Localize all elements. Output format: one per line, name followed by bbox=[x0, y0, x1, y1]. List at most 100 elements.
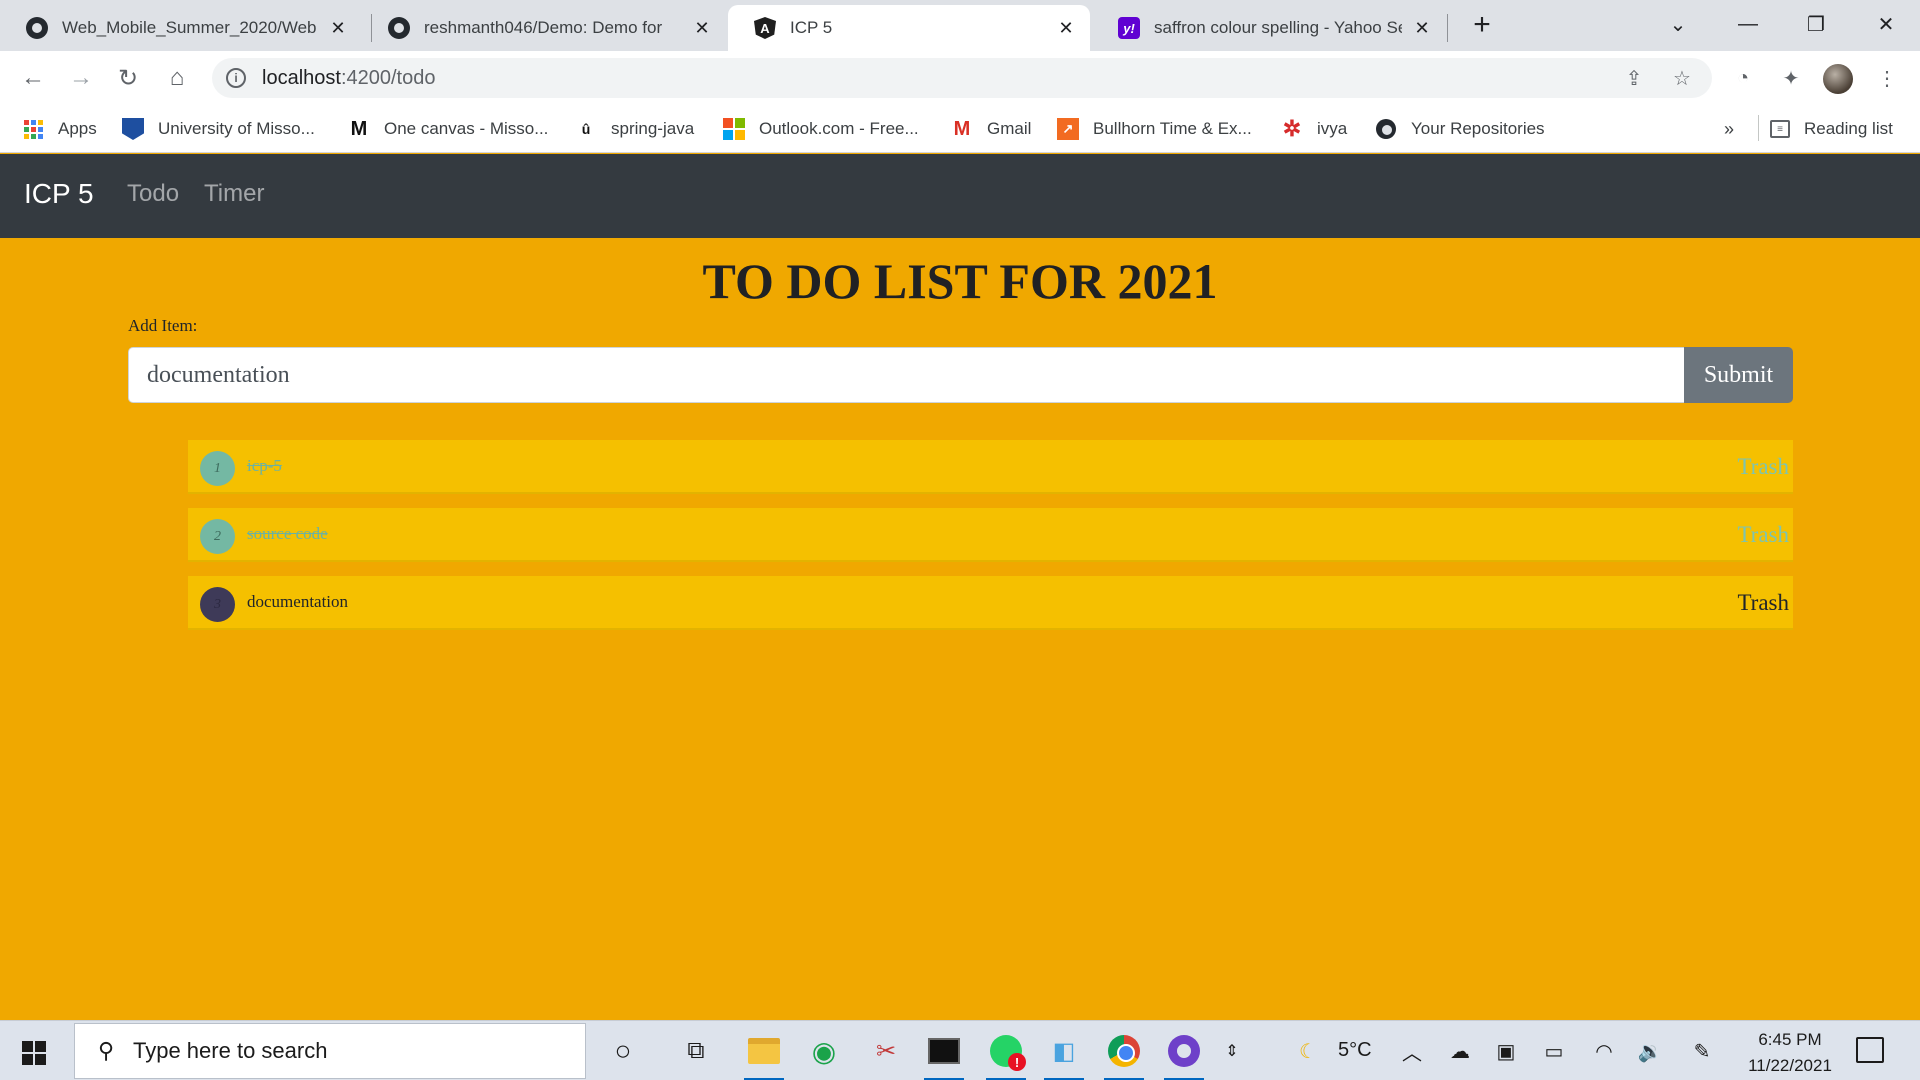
close-tab-icon[interactable]: ✕ bbox=[328, 18, 348, 38]
file-explorer-icon[interactable] bbox=[742, 1029, 786, 1080]
close-window-icon[interactable]: ✕ bbox=[1866, 8, 1906, 40]
clock-time: 6:45 PM bbox=[1758, 1030, 1822, 1049]
clock-date: 11/22/2021 bbox=[1748, 1056, 1832, 1075]
bookmark-label: ivya bbox=[1317, 119, 1348, 138]
onedrive-cloud-icon[interactable]: ☁ bbox=[1446, 1037, 1474, 1065]
address-bar[interactable]: i localhost:4200/todo ⇪ ☆ bbox=[212, 58, 1712, 98]
bookmark-label: Bullhorn Time & Ex... bbox=[1093, 119, 1252, 138]
reload-icon[interactable]: ↻ bbox=[113, 63, 143, 93]
wifi-icon[interactable]: ◠ bbox=[1592, 1037, 1616, 1065]
todo-text[interactable]: source code bbox=[247, 524, 328, 544]
whatsapp-icon[interactable]: ! bbox=[984, 1029, 1028, 1080]
bookmark-spring-java[interactable]: û spring-java bbox=[575, 115, 694, 143]
bookmark-label: One canvas - Misso... bbox=[384, 119, 549, 138]
close-tab-icon[interactable]: ✕ bbox=[1056, 18, 1076, 38]
bookmarks-overflow-chevron[interactable]: » bbox=[1724, 115, 1734, 143]
github-icon bbox=[388, 17, 410, 39]
profile-avatar[interactable] bbox=[1823, 64, 1853, 94]
menu-kebab-icon[interactable]: ⋮ bbox=[1872, 63, 1902, 93]
terminal-icon[interactable] bbox=[922, 1029, 966, 1080]
back-arrow-icon[interactable]: ← bbox=[18, 63, 48, 93]
tab-title: saffron colour spelling - Yahoo Se bbox=[1154, 18, 1402, 37]
windows-start-icon[interactable] bbox=[22, 1041, 46, 1065]
battery-icon[interactable]: ▭ bbox=[1540, 1037, 1568, 1065]
url-text[interactable]: localhost:4200/todo bbox=[262, 67, 435, 90]
share-icon[interactable]: ⇪ bbox=[1622, 66, 1646, 90]
volume-icon[interactable]: 🔉 bbox=[1638, 1037, 1663, 1065]
windows-taskbar: ⚲ Type here to search ○ ⧉ ◉ ✂ ! ◧ ⇕ ☾ 5°… bbox=[0, 1020, 1920, 1080]
system-clock[interactable]: 6:45 PM 11/22/2021 bbox=[1740, 1027, 1840, 1079]
browser-tab[interactable]: Web_Mobile_Summer_2020/Web ✕ bbox=[0, 5, 362, 51]
bookmark-label: Gmail bbox=[987, 119, 1032, 138]
trash-button[interactable]: Trash bbox=[1737, 590, 1789, 616]
spring-icon: û bbox=[581, 121, 591, 137]
task-view-icon[interactable]: ⧉ bbox=[674, 1029, 718, 1073]
url-path: :4200/todo bbox=[340, 66, 436, 89]
bookmarks-bar: Apps University of Misso... M One canvas… bbox=[0, 105, 1920, 153]
show-hidden-icons-chevron[interactable]: ︿ bbox=[1400, 1037, 1424, 1065]
trash-button[interactable]: Trash bbox=[1737, 522, 1789, 548]
todo-item-completed[interactable]: 2 source code Trash bbox=[188, 508, 1793, 562]
canvas-m-icon: M bbox=[350, 117, 368, 140]
bookmark-gmail[interactable]: M Gmail bbox=[951, 115, 1032, 143]
new-tab-icon[interactable]: + bbox=[1466, 10, 1498, 42]
bookmark-apps[interactable]: Apps bbox=[22, 115, 97, 143]
submit-button[interactable]: Submit bbox=[1684, 347, 1793, 403]
app-brand[interactable]: ICP 5 bbox=[24, 178, 94, 210]
close-tab-icon[interactable]: ✕ bbox=[692, 18, 712, 38]
tab-title: ICP 5 bbox=[790, 18, 833, 37]
browser-toolbar: ← → ↻ ⌂ i localhost:4200/todo ⇪ ☆ ◔ ✦ ⋮ bbox=[0, 51, 1920, 105]
weather-temperature[interactable]: 5°C bbox=[1338, 1039, 1372, 1062]
bookmark-star-icon[interactable]: ☆ bbox=[1670, 66, 1694, 90]
tab-search-chevron-icon[interactable]: ⌄ bbox=[1658, 8, 1698, 40]
restore-icon[interactable]: ❐ bbox=[1796, 8, 1836, 40]
bookmark-university[interactable]: University of Misso... bbox=[122, 115, 315, 143]
extensions-puzzle-icon[interactable]: ✦ bbox=[1776, 63, 1806, 93]
trash-button[interactable]: Trash bbox=[1737, 454, 1789, 480]
close-tab-icon[interactable]: ✕ bbox=[1412, 18, 1432, 38]
github-desktop-icon[interactable] bbox=[1162, 1029, 1206, 1080]
site-info-icon[interactable]: i bbox=[226, 68, 246, 88]
bookmark-bullhorn[interactable]: ↗ Bullhorn Time & Ex... bbox=[1057, 115, 1252, 143]
home-icon[interactable]: ⌂ bbox=[162, 63, 192, 93]
cortana-icon[interactable]: ○ bbox=[601, 1029, 645, 1073]
microsoft-icon bbox=[723, 118, 745, 140]
nav-link-todo[interactable]: Todo bbox=[127, 180, 179, 208]
bookmark-label: Apps bbox=[58, 119, 97, 138]
todo-text[interactable]: icp-5 bbox=[247, 456, 282, 476]
todo-item-completed[interactable]: 1 icp-5 Trash bbox=[188, 440, 1793, 494]
todo-text[interactable]: documentation bbox=[247, 592, 348, 612]
todo-index-badge: 2 bbox=[200, 519, 235, 554]
taskbar-scroll-chevrons-icon[interactable]: ⇕ bbox=[1222, 1037, 1242, 1065]
bullhorn-icon: ↗ bbox=[1057, 118, 1079, 140]
weather-moon-icon[interactable]: ☾ bbox=[1294, 1037, 1322, 1065]
browser-tab[interactable]: y! saffron colour spelling - Yahoo Se ✕ bbox=[1092, 5, 1446, 51]
add-item-input[interactable] bbox=[128, 347, 1684, 403]
bookmark-ivya[interactable]: ✲ ivya bbox=[1281, 115, 1347, 143]
taskbar-search-box[interactable]: ⚲ Type here to search bbox=[74, 1023, 586, 1079]
performance-icon[interactable]: ◔ bbox=[1728, 63, 1758, 93]
bookmark-label: University of Misso... bbox=[158, 119, 315, 138]
forward-arrow-icon[interactable]: → bbox=[66, 63, 96, 93]
browser-tab-active[interactable]: A ICP 5 ✕ bbox=[728, 5, 1090, 51]
pen-workspace-icon[interactable]: ✎ bbox=[1690, 1037, 1714, 1065]
todo-item[interactable]: 3 documentation Trash bbox=[188, 576, 1793, 630]
snipping-tool-icon[interactable]: ✂ bbox=[864, 1029, 908, 1073]
reading-list-icon: ≡ bbox=[1770, 120, 1790, 138]
bookmark-canvas[interactable]: M One canvas - Misso... bbox=[348, 115, 549, 143]
browser-tab[interactable]: reshmanth046/Demo: Demo for ✕ bbox=[362, 5, 726, 51]
minimize-icon[interactable]: — bbox=[1728, 8, 1768, 40]
chrome-icon[interactable] bbox=[1102, 1029, 1146, 1080]
nav-link-timer[interactable]: Timer bbox=[204, 180, 264, 208]
notification-center-icon[interactable] bbox=[1856, 1037, 1884, 1063]
reading-list-button[interactable]: ≡ Reading list bbox=[1770, 115, 1893, 143]
bookmark-outlook[interactable]: Outlook.com - Free... bbox=[723, 115, 919, 143]
app-leaf-icon[interactable]: ◉ bbox=[802, 1029, 846, 1073]
bookmark-repositories[interactable]: Your Repositories bbox=[1375, 115, 1545, 143]
notes-app-icon[interactable]: ◧ bbox=[1042, 1029, 1086, 1080]
bookmark-label: Outlook.com - Free... bbox=[759, 119, 919, 138]
todo-list: 1 icp-5 Trash 2 source code Trash 3 docu… bbox=[188, 440, 1793, 644]
gmail-icon: M bbox=[953, 117, 971, 140]
meet-now-icon[interactable]: ▣ bbox=[1494, 1037, 1518, 1065]
bookmark-label: spring-java bbox=[611, 119, 695, 138]
